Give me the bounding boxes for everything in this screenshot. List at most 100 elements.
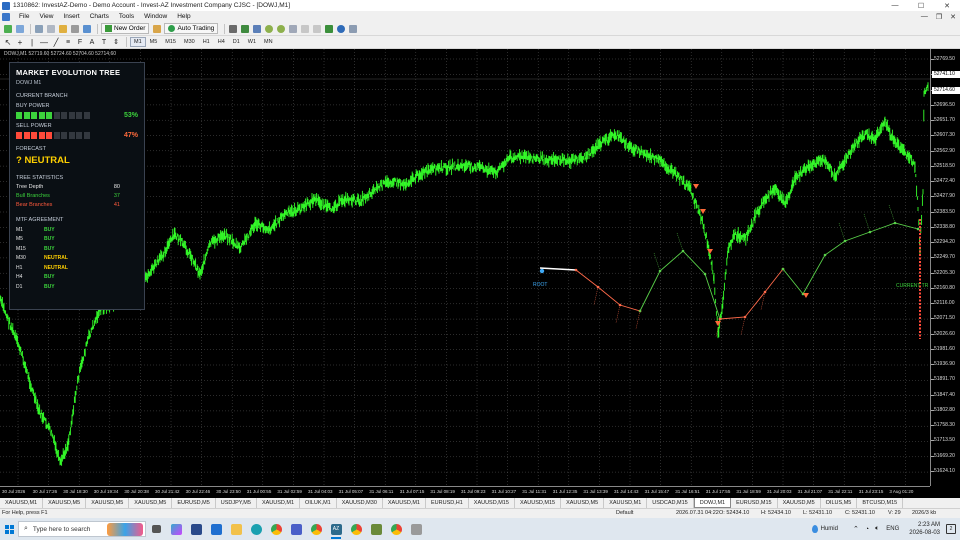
timeframe-w1[interactable]: W1 [244, 37, 260, 47]
zoom-in-button[interactable] [264, 24, 274, 34]
time-scale[interactable]: 30 Jul 2026 30 Jul 17:26 30 Jul 18:30 30 Ju… [0, 486, 930, 498]
widgets-button[interactable] [186, 518, 206, 540]
market-watch-button[interactable] [34, 24, 44, 34]
profiles-button[interactable] [15, 24, 25, 34]
chart-tab[interactable]: EURUSD,M15 [731, 498, 778, 508]
text-tool[interactable]: A [87, 37, 97, 47]
navigator-button[interactable] [58, 24, 68, 34]
minimize-icon[interactable]: — [882, 0, 908, 11]
file-explorer-button[interactable] [226, 518, 246, 540]
data-window-button[interactable] [46, 24, 56, 34]
menu-tools[interactable]: Tools [114, 13, 139, 20]
taskbar-clock[interactable]: 2:23 AM 2026-08-03 [909, 521, 940, 537]
timeframe-h1[interactable]: H1 [199, 37, 214, 47]
horizontal-line-tool[interactable]: — [39, 37, 49, 47]
chart-tab[interactable]: XAUUSD,M15 [469, 498, 515, 508]
media-player-button[interactable] [286, 518, 306, 540]
channel-tool[interactable]: ≡ [63, 37, 73, 47]
chart-tab[interactable]: EURUSD,H1 [426, 498, 469, 508]
templates-button[interactable] [348, 24, 358, 34]
chevron-up-icon[interactable]: ⌃ [853, 525, 859, 533]
timeframe-m5[interactable]: M5 [146, 37, 162, 47]
menu-help[interactable]: Help [172, 13, 195, 20]
menu-window[interactable]: Window [139, 13, 172, 20]
chart-restore-icon[interactable]: ❐ [936, 13, 942, 21]
start-button[interactable] [0, 518, 18, 540]
bar-chart-button[interactable] [228, 24, 238, 34]
chart-tab[interactable]: XAUUSD,M30 [337, 498, 383, 508]
candlestick-button[interactable] [240, 24, 250, 34]
chrome-second-button[interactable] [386, 518, 406, 540]
chart-tab[interactable]: BTCUSD,M15 [857, 498, 904, 508]
chrome-profile-button[interactable] [306, 518, 326, 540]
terminal-button[interactable] [70, 24, 80, 34]
metaeditor-button[interactable] [152, 24, 162, 34]
chrome-window-button[interactable] [346, 518, 366, 540]
timeframe-m15[interactable]: M15 [161, 37, 180, 47]
chart-tab[interactable]: XAUUSD,M1 [383, 498, 426, 508]
chart-tab[interactable]: USDCAD,M15 [647, 498, 694, 508]
line-chart-button[interactable] [252, 24, 262, 34]
wifi-icon[interactable]: ◔ [865, 526, 869, 533]
trendline-tool[interactable]: ╱ [51, 37, 61, 47]
chart-tab[interactable]: XAUUSD,M1 [257, 498, 301, 508]
chart-tab[interactable]: XAUUSD,M5 [778, 498, 821, 508]
chart-tab[interactable]: XAUUSD,M15 [515, 498, 562, 508]
status-profile[interactable]: Default [616, 510, 633, 516]
zoom-out-button[interactable] [276, 24, 286, 34]
chart-minimize-icon[interactable]: — [921, 13, 928, 20]
app-button[interactable] [366, 518, 386, 540]
tile-windows-button[interactable] [288, 24, 298, 34]
timeframe-h4[interactable]: H4 [214, 37, 229, 47]
pen-app-button[interactable] [406, 518, 426, 540]
crosshair-tool[interactable]: + [15, 37, 25, 47]
chart-tab[interactable]: OILUS,M5 [821, 498, 858, 508]
chart-tab[interactable]: XAUUSD,M5 [561, 498, 605, 508]
chart-window-icon[interactable] [2, 12, 10, 21]
auto-trading-button[interactable]: Auto Trading [164, 23, 219, 34]
chart-shift-button[interactable] [300, 24, 310, 34]
timeframe-d1[interactable]: D1 [229, 37, 244, 47]
chart-close-icon[interactable]: ✕ [950, 13, 956, 21]
chart-tab[interactable]: OILUK,M1 [300, 498, 337, 508]
cursor-tool[interactable]: ↖ [3, 37, 13, 47]
volume-icon[interactable]: 🔈︎ [875, 525, 879, 533]
task-view-button[interactable] [146, 518, 166, 540]
maximize-icon[interactable]: ☐ [908, 0, 934, 11]
chart-tab[interactable]: XAUUSD,M1 [604, 498, 648, 508]
chart-tab[interactable]: XAUUSD,M1 [0, 498, 44, 508]
indicators-button[interactable] [324, 24, 334, 34]
label-tool[interactable]: T [99, 37, 109, 47]
weather-widget[interactable]: Humid [811, 525, 838, 533]
chart-tab[interactable]: XAUUSD,M5 [43, 498, 87, 508]
notification-icon[interactable]: 2 [946, 524, 956, 534]
chart-tab[interactable]: XAUUSD,M5 [129, 498, 173, 508]
price-scale[interactable]: 52769.50 52741.10 52714.60 52696.50 52651.70… [930, 49, 960, 486]
menu-insert[interactable]: Insert [58, 13, 84, 20]
arrows-tool[interactable]: ⇕ [111, 37, 121, 47]
copilot-button[interactable] [166, 518, 186, 540]
chart-tab[interactable]: DOWJ,M1 [693, 498, 732, 508]
chart-tab[interactable]: EURUSD,M5 [172, 498, 216, 508]
timeframe-m30[interactable]: M30 [180, 37, 199, 47]
periods-button[interactable] [336, 24, 346, 34]
chart-tab[interactable]: XAUUSD,M5 [86, 498, 130, 508]
autoscroll-button[interactable] [312, 24, 322, 34]
close-icon[interactable]: ✕ [934, 0, 960, 11]
menu-charts[interactable]: Charts [85, 13, 114, 20]
metatrader-taskbar-button[interactable]: AZ [326, 518, 346, 540]
language-indicator[interactable]: ENG [886, 526, 899, 532]
fibonacci-tool[interactable]: F [75, 37, 85, 47]
chart-tab[interactable]: USDJPY,M5 [216, 498, 257, 508]
taskbar-search-box[interactable]: ⌕ Type here to search [18, 521, 146, 537]
timeframe-mn[interactable]: MN [260, 37, 277, 47]
new-order-button[interactable]: New Order [101, 23, 150, 34]
edge-button[interactable] [246, 518, 266, 540]
vertical-line-tool[interactable]: | [27, 37, 37, 47]
new-chart-button[interactable] [3, 24, 13, 34]
timeframe-m1[interactable]: M1 [130, 37, 146, 47]
menu-file[interactable]: File [14, 13, 34, 20]
menu-view[interactable]: View [34, 13, 58, 20]
outlook-button[interactable] [206, 518, 226, 540]
chrome-button[interactable] [266, 518, 286, 540]
